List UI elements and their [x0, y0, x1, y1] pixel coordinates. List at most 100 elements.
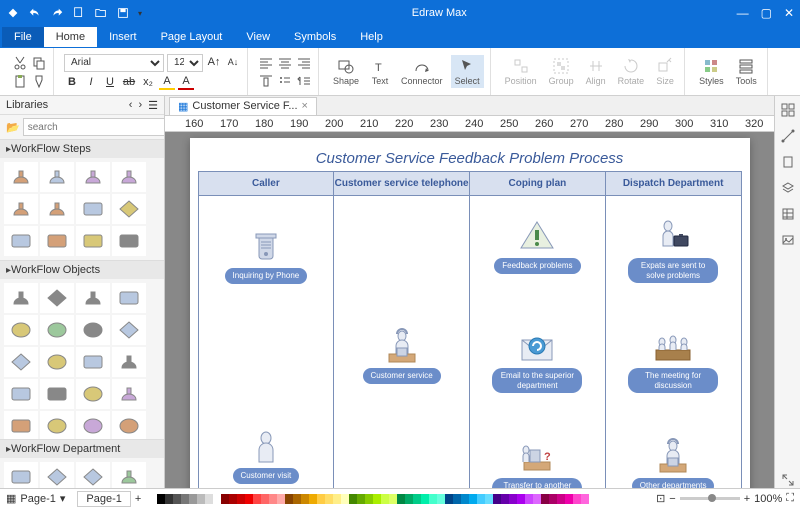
select-tool[interactable]: Select: [451, 55, 484, 88]
palette-swatch[interactable]: [477, 494, 485, 504]
connector-tool[interactable]: Connector: [397, 55, 447, 88]
palette-swatch[interactable]: [453, 494, 461, 504]
library-shape[interactable]: [4, 462, 38, 488]
palette-swatch[interactable]: [165, 494, 173, 504]
library-shape[interactable]: [4, 411, 38, 439]
valign-top-icon[interactable]: [258, 73, 274, 89]
lane-body[interactable]: Feedback problemsEmail to the superior d…: [470, 196, 605, 488]
library-shape[interactable]: [76, 411, 110, 439]
palette-swatch[interactable]: [261, 494, 269, 504]
library-shape[interactable]: [4, 162, 38, 192]
paste-icon[interactable]: [12, 73, 28, 89]
palette-swatch[interactable]: [277, 494, 285, 504]
menu-symbols[interactable]: Symbols: [282, 27, 348, 47]
close-icon[interactable]: ✕: [784, 6, 794, 20]
page-nav-icon[interactable]: ▦: [6, 492, 16, 505]
open-icon[interactable]: [94, 6, 108, 20]
cut-icon[interactable]: [12, 55, 28, 71]
page[interactable]: Customer Service Feedback Problem Proces…: [190, 138, 750, 488]
diagram-node[interactable]: The meeting for discussion: [606, 326, 741, 393]
library-shape[interactable]: [76, 194, 110, 224]
zoom-in-icon[interactable]: +: [744, 493, 750, 505]
lib-section-dept[interactable]: ▸ WorkFlow Department: [0, 440, 164, 458]
palette-swatch[interactable]: [541, 494, 549, 504]
library-shape[interactable]: [4, 194, 38, 224]
palette-swatch[interactable]: [525, 494, 533, 504]
library-shape[interactable]: [4, 283, 38, 313]
library-shape[interactable]: [40, 194, 74, 224]
rb-layers-icon[interactable]: [780, 180, 796, 196]
library-shape[interactable]: [40, 226, 74, 256]
rb-image-icon[interactable]: [780, 232, 796, 248]
menu-home[interactable]: Home: [44, 27, 97, 47]
palette-swatch[interactable]: [269, 494, 277, 504]
library-shape[interactable]: [76, 226, 110, 256]
library-shape[interactable]: [40, 462, 74, 488]
strike-icon[interactable]: ab: [121, 74, 137, 90]
group-tool[interactable]: Group: [545, 55, 578, 88]
redo-icon[interactable]: [50, 6, 64, 20]
library-shape[interactable]: [40, 379, 74, 409]
align-right-icon[interactable]: [296, 55, 312, 71]
library-shape[interactable]: [76, 315, 110, 345]
palette-swatch[interactable]: [173, 494, 181, 504]
palette-swatch[interactable]: [333, 494, 341, 504]
library-shape[interactable]: [112, 315, 146, 345]
palette-swatch[interactable]: [509, 494, 517, 504]
library-shape[interactable]: [112, 379, 146, 409]
palette-swatch[interactable]: [429, 494, 437, 504]
text-tool[interactable]: TText: [367, 55, 393, 88]
search-input[interactable]: [23, 118, 165, 136]
palette-swatch[interactable]: [469, 494, 477, 504]
lib-prev-icon[interactable]: ‹: [129, 99, 133, 112]
zoom-out-icon[interactable]: −: [669, 493, 675, 505]
fit-page-icon[interactable]: ⊡: [656, 492, 665, 505]
palette-swatch[interactable]: [421, 494, 429, 504]
canvas-scroll[interactable]: Customer Service Feedback Problem Proces…: [165, 132, 774, 488]
palette-swatch[interactable]: [501, 494, 509, 504]
palette-swatch[interactable]: [285, 494, 293, 504]
library-shape[interactable]: [112, 283, 146, 313]
palette-swatch[interactable]: [317, 494, 325, 504]
save-icon[interactable]: [116, 6, 130, 20]
library-shape[interactable]: [4, 315, 38, 345]
page-dropdown-icon[interactable]: ▾: [60, 492, 66, 505]
palette-swatch[interactable]: [557, 494, 565, 504]
styles-tool[interactable]: Styles: [695, 55, 728, 88]
size-select[interactable]: 12: [167, 54, 203, 72]
palette-swatch[interactable]: [365, 494, 373, 504]
library-shape[interactable]: [4, 226, 38, 256]
font-select[interactable]: Arial: [64, 54, 164, 72]
menu-file[interactable]: File: [2, 27, 44, 47]
diagram-node[interactable]: Expats are sent to solve problems: [606, 216, 741, 283]
menu-help[interactable]: Help: [348, 27, 395, 47]
palette-swatch[interactable]: [493, 494, 501, 504]
palette-swatch[interactable]: [573, 494, 581, 504]
library-shape[interactable]: [112, 162, 146, 192]
grow-font-icon[interactable]: A↑: [206, 54, 222, 70]
size-tool[interactable]: Size: [652, 55, 678, 88]
palette-swatch[interactable]: [445, 494, 453, 504]
palette-swatch[interactable]: [221, 494, 229, 504]
palette-swatch[interactable]: [341, 494, 349, 504]
palette-swatch[interactable]: [461, 494, 469, 504]
library-shape[interactable]: [76, 162, 110, 192]
shrink-font-icon[interactable]: A↓: [225, 54, 241, 70]
undo-icon[interactable]: [28, 6, 42, 20]
palette-swatch[interactable]: [293, 494, 301, 504]
bold-icon[interactable]: B: [64, 74, 80, 90]
palette-swatch[interactable]: [301, 494, 309, 504]
palette-swatch[interactable]: [309, 494, 317, 504]
palette-swatch[interactable]: [397, 494, 405, 504]
menu-page-layout[interactable]: Page Layout: [149, 27, 235, 47]
minimize-icon[interactable]: —: [737, 6, 749, 20]
align-tool[interactable]: Align: [582, 55, 610, 88]
palette-swatch[interactable]: [229, 494, 237, 504]
palette-swatch[interactable]: [197, 494, 205, 504]
lib-section-objects[interactable]: ▸ WorkFlow Objects: [0, 261, 164, 279]
palette-swatch[interactable]: [157, 494, 165, 504]
palette-swatch[interactable]: [517, 494, 525, 504]
palette-swatch[interactable]: [405, 494, 413, 504]
lib-menu-icon[interactable]: ☰: [148, 99, 158, 112]
palette-swatch[interactable]: [357, 494, 365, 504]
